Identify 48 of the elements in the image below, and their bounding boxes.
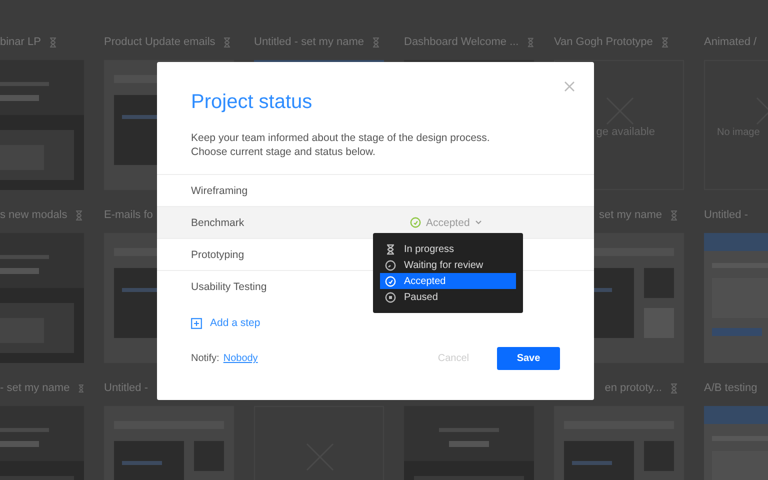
status-option[interactable]: Accepted <box>380 273 516 289</box>
status-option[interactable]: Paused <box>380 289 516 305</box>
description-text: Keep your team informed about the stage of the design process. <box>191 131 491 145</box>
project-title[interactable]: en prototy... <box>604 382 662 394</box>
status-dropdown[interactable]: Accepted <box>410 216 482 228</box>
dialog-title: Project status <box>191 90 314 114</box>
check-circle-icon <box>385 276 396 286</box>
plus-icon <box>191 318 202 328</box>
project-title[interactable]: Animated / <box>704 36 757 48</box>
step-label: Benchmark <box>191 216 244 228</box>
add-step-button[interactable]: Add a step <box>191 317 260 329</box>
notify-link[interactable]: Nobody <box>223 353 258 364</box>
project-title[interactable]: Untitled - <box>704 209 748 221</box>
hourglass-icon <box>670 210 678 220</box>
project-title[interactable]: Untitled - set my name <box>254 36 364 48</box>
project-title[interactable]: Product Update emails <box>104 36 216 48</box>
chevron-down-icon <box>474 220 482 225</box>
hourglass-icon <box>660 36 669 48</box>
save-button[interactable]: Save <box>497 347 560 370</box>
step-label[interactable]: Usability Testing <box>191 281 267 293</box>
hourglass-icon <box>78 382 84 394</box>
status-option[interactable]: Waiting for review <box>380 257 516 273</box>
project-title[interactable]: A/B testing <box>704 382 758 394</box>
project-title[interactable]: E-mails fo <box>104 209 153 221</box>
hourglass-icon <box>75 210 84 220</box>
project-title[interactable]: Van Gogh Prototype <box>554 36 653 48</box>
project-title[interactable]: set my name <box>599 209 662 221</box>
project-title[interactable]: Dashboard Welcome ... <box>404 36 519 48</box>
selected-step-row[interactable]: Benchmark Accepted <box>157 207 594 239</box>
hourglass-icon <box>223 36 232 48</box>
step-label[interactable]: Wireframing <box>191 184 248 196</box>
hourglass-icon <box>526 36 534 48</box>
hourglass-icon <box>670 382 678 394</box>
pause-icon <box>385 292 396 302</box>
step-label[interactable]: Prototyping <box>191 248 244 260</box>
project-title[interactable]: binar LP <box>0 36 41 48</box>
hourglass-icon <box>372 36 380 48</box>
check-circle-icon <box>410 217 421 228</box>
project-title[interactable]: Untitled - <box>104 382 148 394</box>
close-icon[interactable] <box>564 81 575 92</box>
hourglass-icon <box>48 36 57 48</box>
notify-label: Notify: <box>191 353 220 364</box>
project-title[interactable]: - set my name <box>0 382 70 394</box>
project-title[interactable]: s new modals <box>0 209 68 221</box>
status-option[interactable]: In progress <box>380 241 516 257</box>
hourglass-icon <box>385 244 396 254</box>
clock-icon <box>385 260 396 270</box>
description-text: Choose current stage and status below. <box>191 145 376 159</box>
